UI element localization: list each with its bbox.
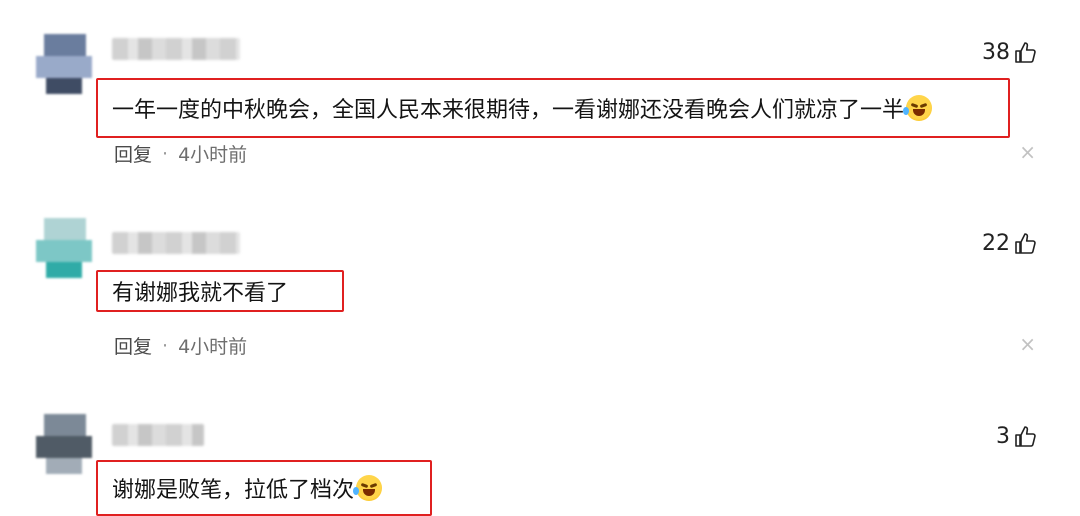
- comment-text-highlight: 一年一度的中秋晚会，全国人民本来很期待，一看谢娜还没看晚会人们就凉了一半: [96, 78, 1010, 138]
- like-count: 38: [982, 40, 1010, 65]
- close-icon[interactable]: ×: [1019, 332, 1036, 356]
- username-blurred[interactable]: [112, 424, 204, 446]
- laughing-crying-emoji-icon: [903, 95, 933, 121]
- avatar[interactable]: [36, 412, 96, 476]
- close-icon[interactable]: ×: [1019, 140, 1036, 164]
- thumbs-up-icon: [1015, 232, 1036, 254]
- timestamp: 4小时前: [178, 144, 248, 166]
- comment-meta: 回复 · 4小时前: [114, 332, 247, 359]
- like-button[interactable]: 38: [982, 40, 1038, 65]
- meta-separator: ·: [162, 142, 169, 165]
- thumbs-up-icon: [1015, 41, 1036, 63]
- comment-text: 谢娜是败笔，拉低了档次: [112, 478, 355, 503]
- comment-text-highlight: 谢娜是败笔，拉低了档次: [96, 460, 432, 516]
- reply-button[interactable]: 回复: [114, 140, 152, 167]
- timestamp: 4小时前: [178, 336, 248, 358]
- comment-meta: 回复 · 4小时前: [114, 140, 247, 167]
- avatar[interactable]: [36, 216, 96, 280]
- avatar[interactable]: [36, 32, 96, 96]
- username-blurred[interactable]: [112, 38, 240, 60]
- like-button[interactable]: 3: [996, 424, 1038, 449]
- laughing-crying-emoji-icon: [353, 475, 383, 501]
- like-count: 22: [982, 231, 1010, 256]
- comment-text-highlight: 有谢娜我就不看了: [96, 270, 344, 312]
- meta-separator: ·: [162, 334, 169, 357]
- like-count: 3: [996, 424, 1010, 449]
- thumbs-up-icon: [1015, 425, 1036, 447]
- username-blurred[interactable]: [112, 232, 240, 254]
- comment-text: 一年一度的中秋晚会，全国人民本来很期待，一看谢娜还没看晚会人们就凉了一半: [112, 98, 905, 123]
- like-button[interactable]: 22: [982, 231, 1038, 256]
- comment-text: 有谢娜我就不看了: [112, 281, 289, 306]
- reply-button[interactable]: 回复: [114, 332, 152, 359]
